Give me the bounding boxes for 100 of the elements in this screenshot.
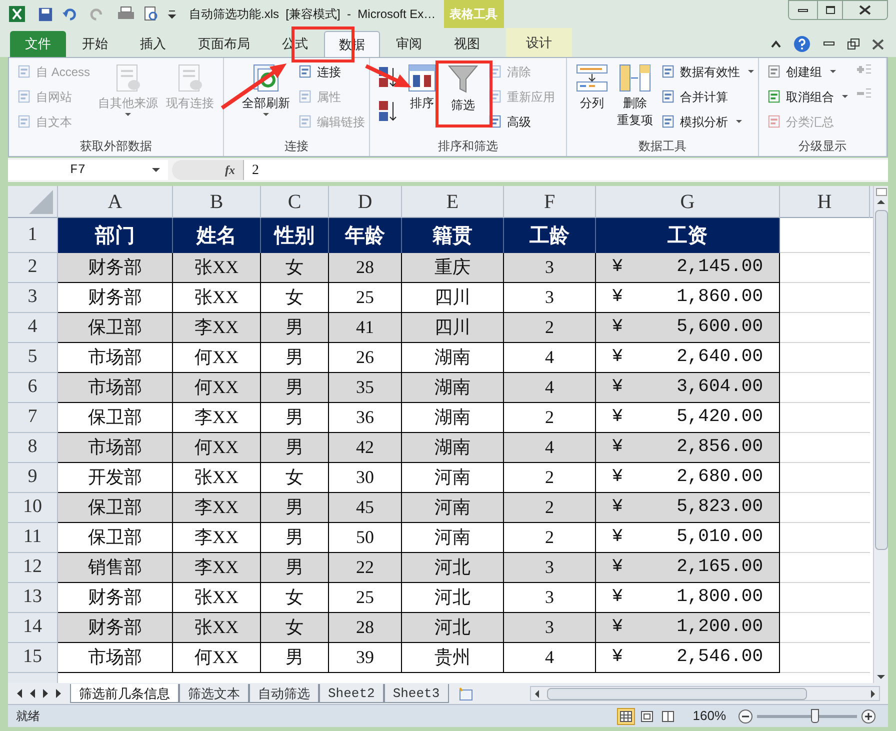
row-header[interactable]: 13 <box>8 583 58 613</box>
currency-symbol: ¥ <box>612 496 623 519</box>
sort-ascending-icon[interactable] <box>378 66 398 88</box>
ribbon-button[interactable]: 全部刷新 <box>238 58 294 136</box>
table-cell: 销售部 <box>58 553 173 583</box>
row-header[interactable]: 7 <box>8 403 58 433</box>
sort-descending-icon[interactable] <box>378 100 398 122</box>
ribbon-tab[interactable]: 审阅 <box>380 31 438 57</box>
ribbon-tab[interactable]: 页面布局 <box>182 31 266 57</box>
sheet-tab[interactable]: 自动筛选 <box>249 684 319 703</box>
row-header[interactable]: 10 <box>8 493 58 523</box>
printer-icon[interactable] <box>117 6 135 22</box>
command-icon <box>661 89 676 104</box>
ribbon-button[interactable]: 取消组合 <box>767 86 848 107</box>
command-icon <box>661 64 676 79</box>
table-cell: 财务部 <box>58 613 173 643</box>
row-header[interactable]: 5 <box>8 343 58 373</box>
sheet-tab[interactable]: Sheet2 <box>319 684 384 703</box>
table-cell: 男 <box>261 523 329 553</box>
ribbon-tab[interactable]: 设计 <box>506 28 572 57</box>
ribbon-button[interactable]: 分列 <box>571 58 613 136</box>
zoom-out-icon[interactable] <box>738 708 753 724</box>
caret-icon <box>263 113 269 116</box>
table-cell: 贵州 <box>402 643 504 673</box>
insert-sheet-icon[interactable] <box>456 686 473 700</box>
sheet-tab[interactable]: 筛选文本 <box>179 684 249 703</box>
horizontal-scrollbar[interactable] <box>530 686 880 701</box>
row-header[interactable]: 1 <box>8 218 58 253</box>
insert-function-button[interactable]: fx <box>225 161 235 179</box>
ribbon-tab[interactable]: 视图 <box>438 31 496 57</box>
row-header[interactable]: 4 <box>8 313 58 343</box>
ribbon-button[interactable]: 数据有效性 <box>661 61 754 82</box>
row-header[interactable]: 9 <box>8 463 58 493</box>
table-cell: 湖南 <box>402 433 504 463</box>
table-cell: 男 <box>261 643 329 673</box>
zoom-slider-thumb[interactable] <box>811 709 819 723</box>
ribbon-tab[interactable]: 文件 <box>10 31 66 57</box>
print-preview-icon[interactable] <box>143 6 159 22</box>
table-cell: 河南 <box>402 493 504 523</box>
save-icon[interactable] <box>38 6 53 22</box>
ribbon-button[interactable]: 删除 重复项 <box>613 58 657 136</box>
caret-icon <box>842 95 848 98</box>
customize-toolbar-icon[interactable] <box>167 8 177 20</box>
table-cell: 女 <box>261 583 329 613</box>
table-cell: 四川 <box>402 313 504 343</box>
table-cell-text: 5,823.00 <box>676 496 763 519</box>
table-cell: 4 <box>504 433 596 463</box>
table-header-cell: 性别 <box>261 218 329 253</box>
maximize-button[interactable] <box>817 1 843 19</box>
table-cell: 张XX <box>173 283 261 313</box>
vertical-scrollbar[interactable] <box>873 186 888 683</box>
zoom-in-icon[interactable] <box>861 708 876 724</box>
table-cell: 男 <box>261 493 329 523</box>
help-icon[interactable] <box>793 35 811 53</box>
table-cell: 河北 <box>402 613 504 643</box>
table-cell: 2 <box>504 403 596 433</box>
row-header[interactable]: 14 <box>8 613 58 643</box>
row-header[interactable]: 2 <box>8 253 58 283</box>
sheet-tab[interactable]: 筛选前几条信息 <box>70 684 179 703</box>
ribbon-group-label: 连接 <box>284 138 310 155</box>
close-workbook-icon[interactable] <box>872 38 884 50</box>
ribbon-button[interactable]: 合并计算 <box>661 86 754 107</box>
zoom-slider-track[interactable] <box>757 714 857 718</box>
ribbon-button[interactable]: 连接 <box>298 61 365 82</box>
ribbon-tab[interactable]: 开始 <box>66 31 124 57</box>
ribbon-button[interactable]: 筛选 <box>442 58 484 136</box>
table-cell: 男 <box>261 313 329 343</box>
ribbon-group-label: 获取外部数据 <box>79 138 153 155</box>
row-header[interactable]: 8 <box>8 433 58 463</box>
minimize-workbook-icon[interactable] <box>823 41 835 47</box>
row-header[interactable]: 3 <box>8 283 58 313</box>
collapse-ribbon-icon[interactable] <box>771 40 781 48</box>
table-cell: 50 <box>329 523 402 553</box>
command-icon <box>17 64 32 79</box>
ribbon-button[interactable]: 高级 <box>488 111 555 132</box>
row-header[interactable]: 6 <box>8 373 58 403</box>
row-header[interactable]: 12 <box>8 553 58 583</box>
table-cell: 女 <box>261 253 329 283</box>
first-sheet-icon[interactable] <box>16 689 23 698</box>
restore-workbook-icon[interactable] <box>847 38 860 50</box>
next-sheet-icon[interactable] <box>42 689 49 698</box>
table-cell: 李XX <box>173 403 261 433</box>
table-cell: 男 <box>261 553 329 583</box>
ribbon-tab[interactable]: 插入 <box>124 31 182 57</box>
last-sheet-icon[interactable] <box>55 689 62 698</box>
table-cell: 3 <box>504 253 596 283</box>
view-button[interactable] <box>616 708 635 724</box>
column-header[interactable]: H <box>780 186 870 218</box>
sheet-tab[interactable]: Sheet3 <box>384 684 449 703</box>
ribbon-button[interactable]: 创建组 <box>767 61 848 82</box>
name-box[interactable]: F7 <box>8 160 168 180</box>
formula-field[interactable]: 2 <box>244 160 888 180</box>
zoom-level[interactable]: 160% <box>692 706 726 726</box>
row-header[interactable]: 11 <box>8 523 58 553</box>
ribbon-button[interactable]: 模拟分析 <box>661 111 754 132</box>
command-icon <box>298 89 313 104</box>
currency-symbol: ¥ <box>612 316 623 339</box>
ribbon-button[interactable]: 排序 <box>402 58 442 136</box>
previous-sheet-icon[interactable] <box>29 689 36 698</box>
row-header[interactable]: 15 <box>8 643 58 673</box>
